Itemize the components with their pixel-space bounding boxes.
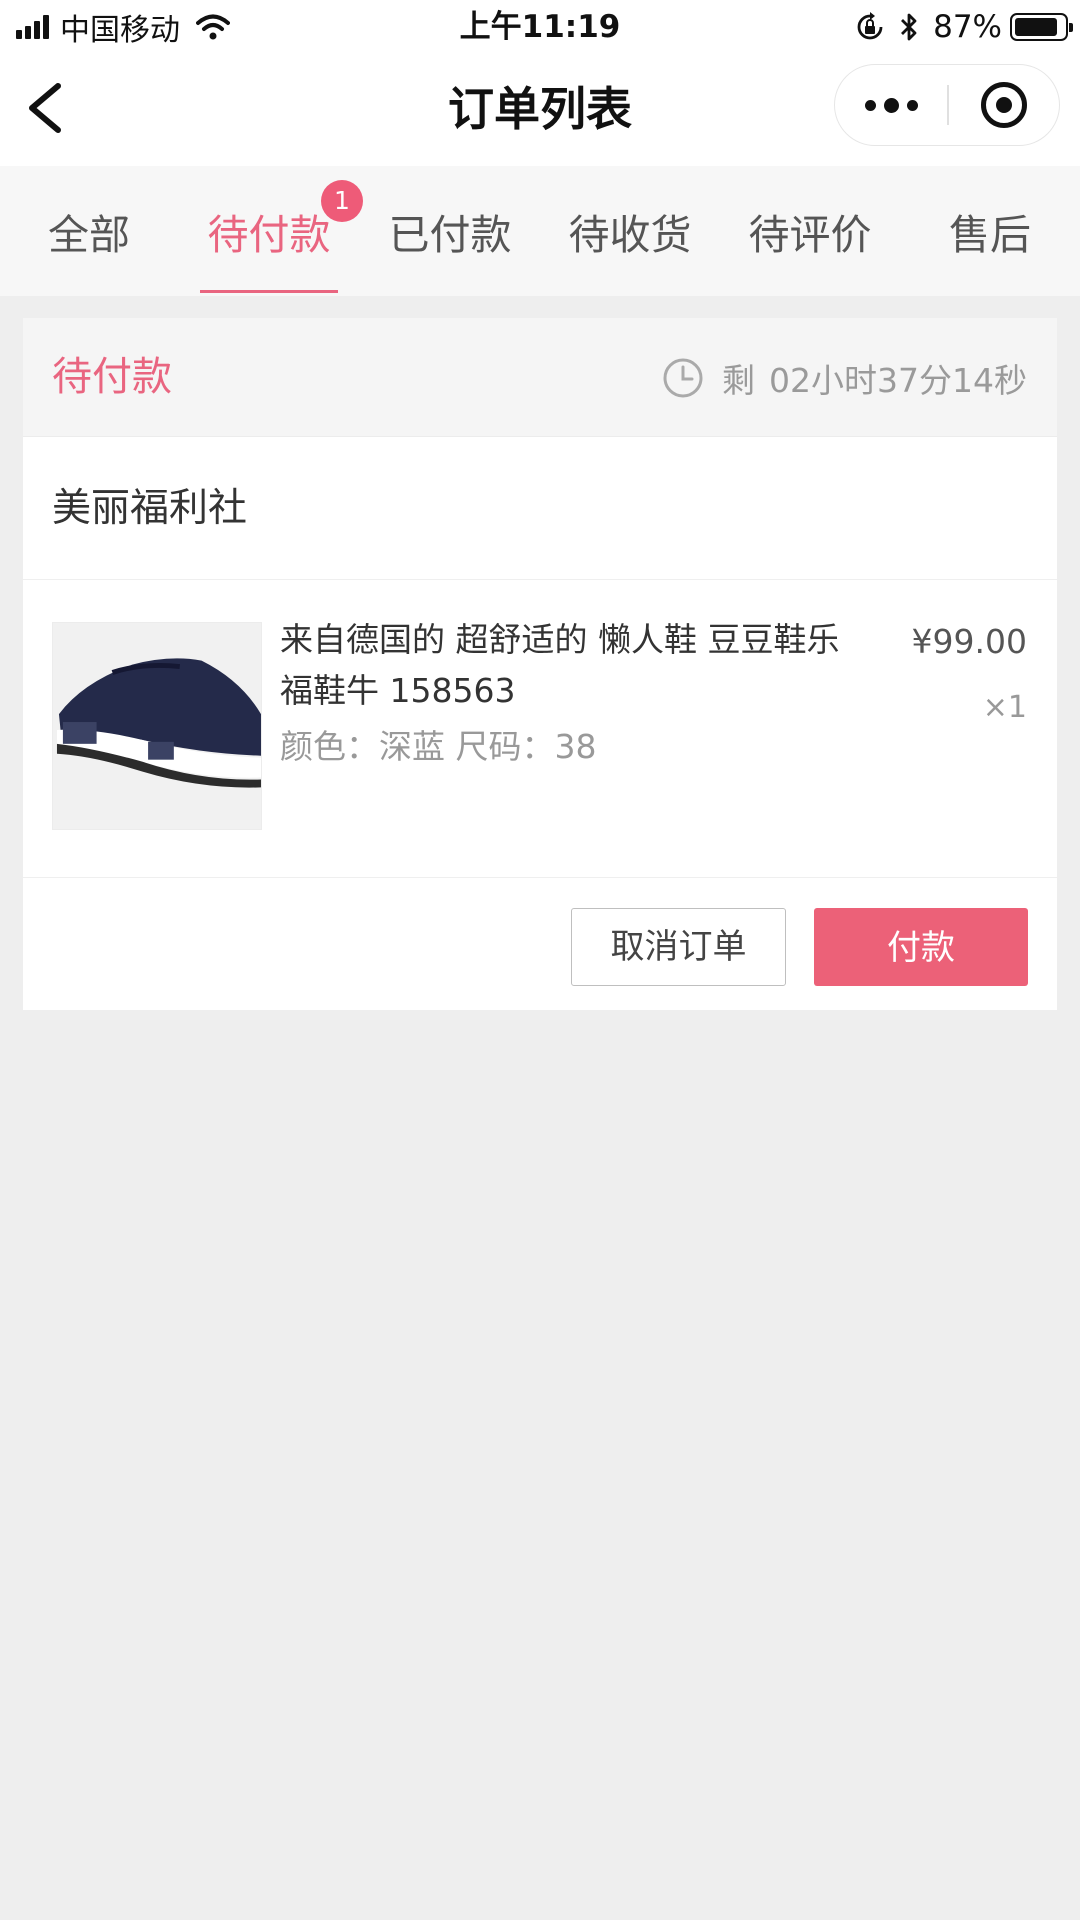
mini-program-capsule — [834, 64, 1060, 146]
order-actions: 取消订单 付款 — [23, 878, 1057, 1010]
tab-pending-payment[interactable]: 待付款 — [200, 166, 338, 296]
nav-bar: 订单列表 — [0, 52, 1080, 166]
tab-after-sales[interactable]: 售后 — [920, 166, 1060, 296]
countdown-value: 02小时37分14秒 — [769, 360, 1027, 400]
battery-percent: 87% — [933, 9, 1002, 45]
bluetooth-icon — [901, 13, 917, 41]
tab-all[interactable]: 全部 — [20, 166, 158, 296]
product-title: 来自德国的 超舒适的 懒人鞋 豆豆鞋乐福鞋牛 158563 — [280, 620, 840, 710]
tab-to-review[interactable]: 待评价 — [740, 166, 880, 296]
product-quantity: ×1 — [982, 690, 1027, 725]
product-image[interactable] — [52, 622, 262, 830]
tab-to-receive[interactable]: 待收货 — [560, 166, 700, 296]
active-tab-underline — [200, 290, 338, 293]
product-item[interactable]: 来自德国的 超舒适的 懒人鞋 豆豆鞋乐福鞋牛 158563 颜色：深蓝 尺码：3… — [23, 580, 1057, 878]
order-card: 待付款 剩 02小时37分14秒 美丽福利社 来自德国的 超舒适的 懒人鞋 豆豆… — [23, 318, 1057, 1010]
close-mini-program-icon[interactable] — [948, 65, 1060, 145]
pay-button[interactable]: 付款 — [814, 908, 1028, 986]
cancel-order-button[interactable]: 取消订单 — [571, 908, 786, 986]
pending-count-badge: 1 — [321, 180, 363, 222]
order-status: 待付款 — [52, 354, 172, 400]
status-right: 87% — [855, 8, 1073, 46]
shop-name: 美丽福利社 — [52, 486, 248, 531]
battery-level-fill — [1015, 18, 1057, 36]
payment-countdown: 剩 02小时37分14秒 — [662, 318, 1027, 437]
battery-icon — [1010, 13, 1073, 41]
product-spec: 颜色：深蓝 尺码：38 — [280, 727, 597, 766]
more-icon[interactable] — [835, 65, 947, 145]
order-header: 待付款 剩 02小时37分14秒 — [23, 318, 1057, 437]
clock-icon — [663, 358, 703, 397]
rotation-lock-icon — [857, 12, 883, 40]
shop-row[interactable]: 美丽福利社 — [23, 437, 1057, 580]
status-bar: 中国移动 上午11:19 87% — [0, 0, 1080, 52]
order-tabs: 全部 待付款 已付款 待收货 待评价 售后 — [0, 166, 1080, 296]
tab-paid[interactable]: 已付款 — [380, 166, 520, 296]
countdown-prefix: 剩 — [722, 360, 756, 400]
product-price: ¥99.00 — [911, 622, 1027, 661]
